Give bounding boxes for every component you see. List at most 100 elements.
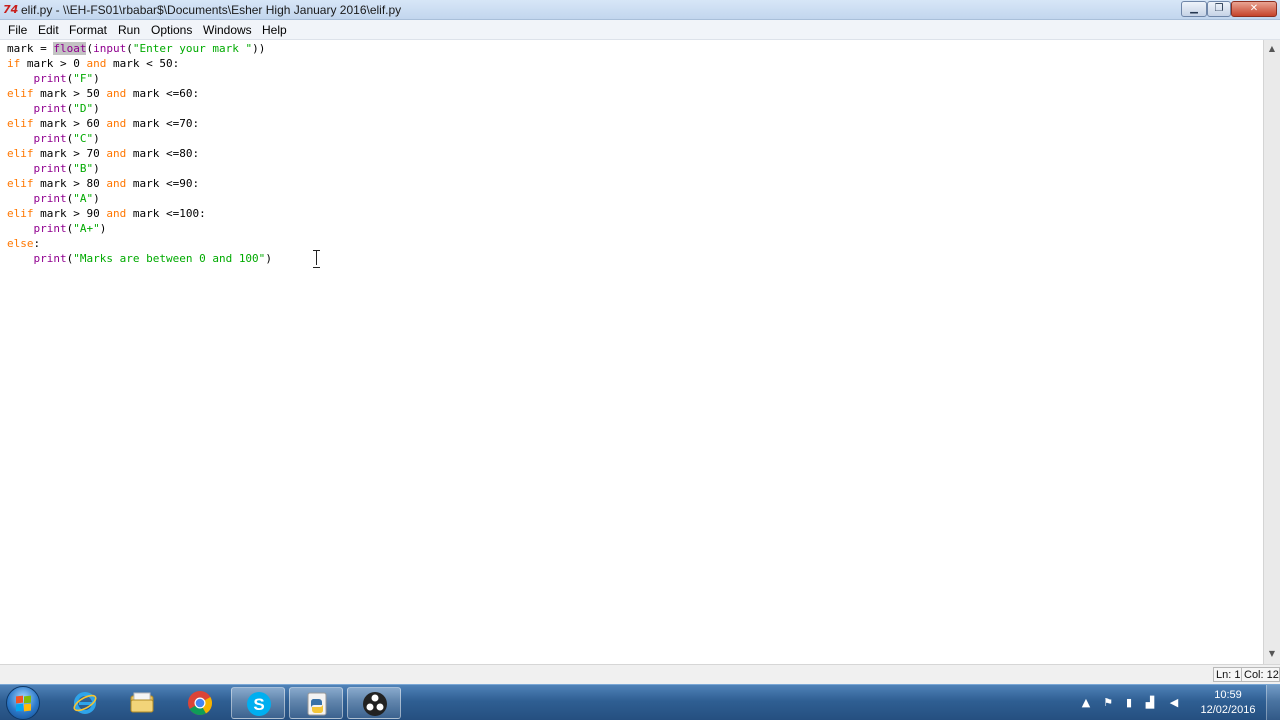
code-line[interactable]: print("B"): [7, 161, 272, 176]
code-token: if: [7, 57, 21, 70]
python-idle-icon: [307, 692, 327, 716]
code-token: mark <=90:: [126, 177, 200, 190]
vertical-scrollbar[interactable]: ▲ ▼: [1263, 40, 1280, 664]
maximize-button[interactable]: ❐: [1207, 1, 1231, 17]
code-token: and: [106, 177, 127, 190]
code-text[interactable]: mark = float(input("Enter your mark ")) i…: [7, 41, 272, 266]
code-token: ): [93, 102, 100, 115]
code-line[interactable]: print("A+"): [7, 221, 272, 236]
system-tray: ▲ ⚑ ▮ ▟ ◀: [1075, 685, 1195, 721]
menu-file[interactable]: File: [8, 22, 27, 38]
code-token: "D": [73, 102, 94, 115]
menu-help[interactable]: Help: [262, 22, 287, 38]
code-token: else: [7, 237, 34, 250]
code-token: and: [106, 117, 127, 130]
show-desktop-button[interactable]: [1266, 685, 1280, 721]
code-line[interactable]: print("F"): [7, 71, 272, 86]
code-token: "B": [73, 162, 94, 175]
svg-text:S: S: [253, 695, 264, 714]
idle-app-icon: 74: [3, 3, 19, 16]
show-hidden-icons-icon[interactable]: ▲: [1078, 696, 1094, 710]
windows-start-icon[interactable]: [6, 686, 40, 720]
code-token: and: [106, 87, 127, 100]
code-token: elif: [7, 117, 34, 130]
skype-button[interactable]: S: [231, 687, 285, 719]
code-token: and: [106, 207, 127, 220]
code-token: "A+": [73, 222, 100, 235]
internet-explorer-button[interactable]: [58, 687, 112, 719]
menu-windows[interactable]: Windows: [203, 22, 252, 38]
python-idle-button[interactable]: [289, 687, 343, 719]
obs-icon: [363, 692, 387, 716]
menu-run[interactable]: Run: [118, 22, 140, 38]
code-token: mark > 60: [33, 117, 107, 130]
code-token: mark > 50: [33, 87, 107, 100]
code-token: float: [53, 42, 87, 55]
code-token: mark > 80: [33, 177, 107, 190]
code-token: "Enter your mark ": [132, 42, 253, 55]
file-explorer-button[interactable]: [115, 687, 169, 719]
code-token: mark <=100:: [126, 207, 206, 220]
menu-bar: File Edit Format Run Options Windows Hel…: [0, 20, 1280, 40]
internet-explorer-icon: [73, 692, 97, 714]
code-token: elif: [7, 207, 34, 220]
code-line[interactable]: elif mark > 80 and mark <=90:: [7, 176, 272, 191]
code-token: (: [126, 42, 133, 55]
code-token: mark > 0: [20, 57, 87, 70]
code-token: print: [33, 252, 67, 265]
chrome-icon: [188, 691, 213, 716]
code-token: "C": [73, 132, 94, 145]
code-line[interactable]: print("Marks are between 0 and 100"): [7, 251, 272, 266]
code-line[interactable]: elif mark > 50 and mark <=60:: [7, 86, 272, 101]
code-token: print: [33, 162, 67, 175]
code-line[interactable]: print("A"): [7, 191, 272, 206]
code-token: mark > 90: [33, 207, 107, 220]
code-token: print: [33, 192, 67, 205]
menu-edit[interactable]: Edit: [38, 22, 59, 38]
volume-icon[interactable]: ◀: [1166, 696, 1182, 710]
battery-icon[interactable]: ▮: [1121, 696, 1137, 710]
window-title: elif.py - \\EH-FS01\rbabar$\Documents\Es…: [21, 3, 402, 17]
scroll-up-arrow-icon[interactable]: ▲: [1266, 43, 1278, 55]
code-token: "A": [73, 192, 94, 205]
obs-button[interactable]: [347, 687, 401, 719]
network-icon[interactable]: ▟: [1142, 696, 1158, 710]
clock-date[interactable]: 12/02/2016: [1195, 704, 1261, 717]
code-line[interactable]: elif mark > 70 and mark <=80:: [7, 146, 272, 161]
code-token: mark > 70: [33, 147, 107, 160]
code-line[interactable]: else:: [7, 236, 272, 251]
column-number-status: Col: 12: [1241, 667, 1280, 682]
clock-time[interactable]: 10:59: [1200, 689, 1256, 702]
code-token: elif: [7, 177, 34, 190]
code-token: ): [93, 162, 100, 175]
code-line[interactable]: print("C"): [7, 131, 272, 146]
code-token: input: [93, 42, 127, 55]
minimize-button[interactable]: ▁: [1181, 1, 1207, 17]
code-line[interactable]: mark = float(input("Enter your mark ")): [7, 41, 272, 56]
code-editor[interactable]: mark = float(input("Enter your mark ")) i…: [0, 40, 1263, 664]
chrome-button[interactable]: [173, 687, 227, 719]
text-cursor-icon: [313, 250, 320, 268]
scroll-down-arrow-icon[interactable]: ▼: [1266, 648, 1278, 660]
title-bar[interactable]: 74 elif.py - \\EH-FS01\rbabar$\Documents…: [0, 0, 1280, 20]
code-token: elif: [7, 147, 34, 160]
taskbar: S ▲ ⚑ ▮ ▟ ◀ 10:59 12/02/2016: [0, 684, 1280, 721]
code-line[interactable]: elif mark > 90 and mark <=100:: [7, 206, 272, 221]
code-token: print: [33, 132, 67, 145]
menu-format[interactable]: Format: [69, 22, 107, 38]
code-token: ): [93, 192, 100, 205]
code-line[interactable]: print("D"): [7, 101, 272, 116]
action-center-icon[interactable]: ⚑: [1100, 696, 1116, 710]
menu-options[interactable]: Options: [151, 22, 192, 38]
code-line[interactable]: elif mark > 60 and mark <=70:: [7, 116, 272, 131]
code-token: mark <=60:: [126, 87, 200, 100]
code-token: print: [33, 222, 67, 235]
close-button[interactable]: ✕: [1231, 1, 1277, 17]
code-token: mark <=80:: [126, 147, 200, 160]
code-token: mark =: [7, 42, 54, 55]
code-line[interactable]: if mark > 0 and mark < 50:: [7, 56, 272, 71]
